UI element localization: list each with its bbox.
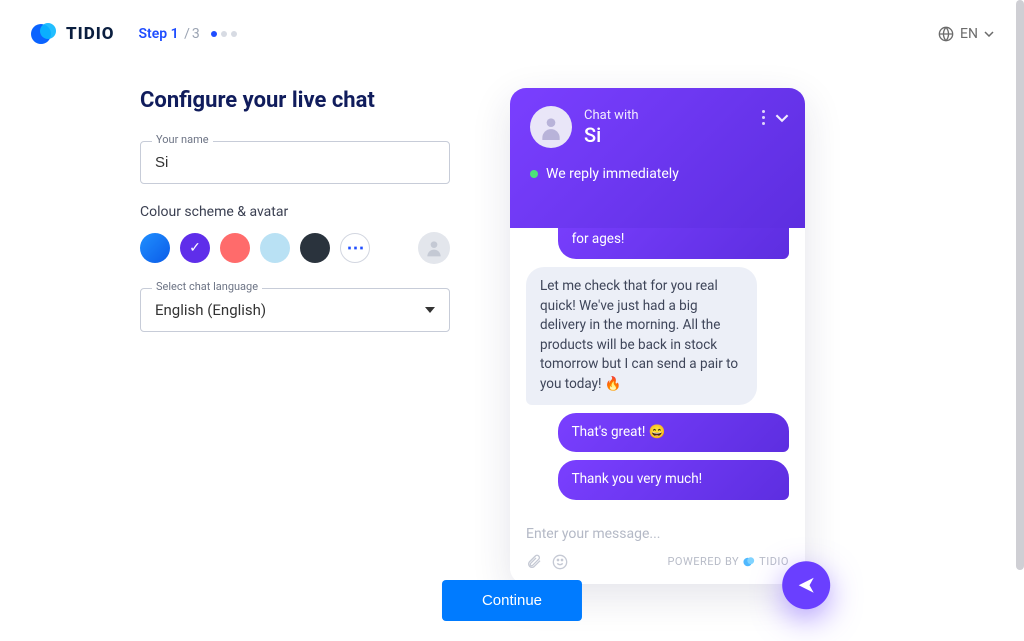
progress-dot [211,31,217,37]
chat-with-name: Si [584,123,639,147]
chat-input-placeholder[interactable]: Enter your message... [526,520,789,554]
color-more-button[interactable]: ⋯ [340,233,370,263]
scrollbar[interactable] [1016,0,1024,570]
chat-message-agent: Let me check that for you real quick! We… [526,267,757,404]
language-switcher[interactable]: EN [938,26,994,42]
emoji-icon[interactable] [552,554,568,570]
name-field-wrapper: Your name [140,141,450,184]
tidio-mini-logo-icon [743,556,755,568]
chat-avatar [530,106,572,148]
check-icon: ✓ [189,240,201,256]
color-swatch-purple[interactable]: ✓ [180,233,210,263]
progress-dot [221,31,227,37]
person-icon [538,114,564,140]
color-swatch-lightblue[interactable] [260,233,290,263]
color-swatch-coral[interactable] [220,233,250,263]
page-title: Configure your live chat [140,88,450,113]
chat-header: Chat with Si We reply immediately [510,88,805,228]
color-swatch-blue[interactable] [140,233,170,263]
chevron-down-icon [984,31,994,37]
send-icon [796,575,816,595]
chat-message-user: Thank you very much! [558,460,789,500]
chat-message-user: That's great! 😄 [558,413,789,453]
step-indicator: Step 1 /3 [139,26,238,42]
chat-preview: Chat with Si We reply immediately I've b… [510,88,805,584]
logo-icon [30,20,58,48]
powered-by: POWERED BY TIDIO [667,555,789,568]
send-button[interactable] [782,561,830,609]
chat-with-label: Chat with [584,108,639,123]
color-swatch-dark[interactable] [300,233,330,263]
status-text: We reply immediately [546,166,679,182]
kebab-menu-icon[interactable] [762,110,765,125]
progress-dot [231,31,237,37]
language-value: English (English) [155,301,266,319]
color-scheme-label: Colour scheme & avatar [140,204,450,220]
language-field-wrapper: Select chat language English (English) [140,288,450,332]
name-label: Your name [152,133,213,146]
language-select[interactable]: English (English) [140,288,450,332]
chevron-down-icon[interactable] [775,111,789,125]
caret-down-icon [425,307,435,313]
brand-text: TIDIO [66,24,115,44]
avatar-placeholder[interactable] [418,232,450,264]
continue-button[interactable]: Continue [442,580,582,621]
language-label: EN [960,26,978,42]
brand-logo: TIDIO [30,20,115,48]
online-status-icon [530,170,538,178]
globe-icon [938,26,954,42]
language-select-label: Select chat language [152,280,262,293]
attachment-icon[interactable] [526,554,542,570]
name-input[interactable] [140,141,450,184]
person-icon [424,238,444,258]
